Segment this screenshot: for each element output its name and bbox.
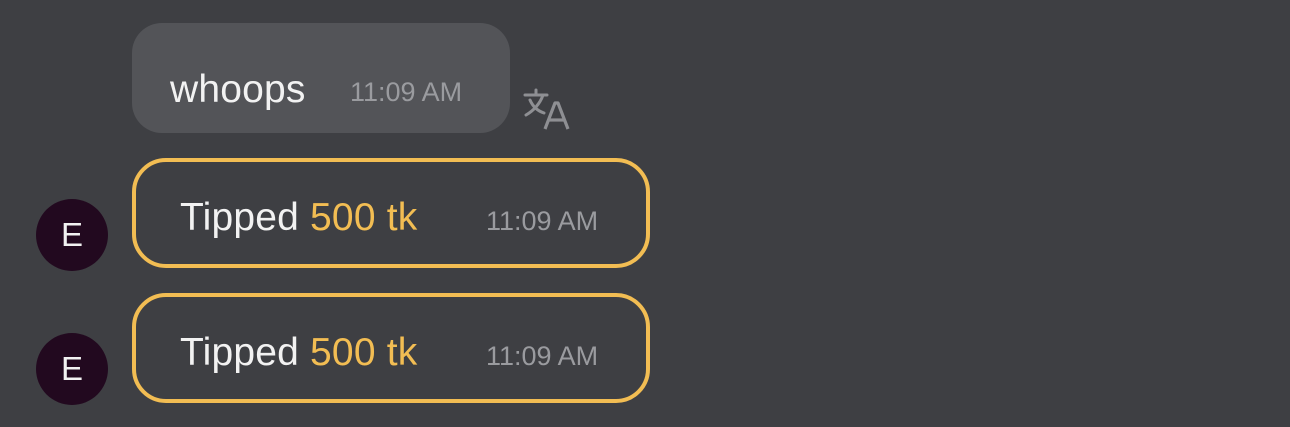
- translate-icon[interactable]: [521, 86, 571, 132]
- tip-bubble[interactable]: Tipped 500 tk 11:09 AM: [132, 293, 650, 403]
- tip-amount: 500 tk: [310, 196, 418, 239]
- tip-message: E Tipped 500 tk 11:09 AM: [0, 158, 700, 271]
- tip-timestamp: 11:09 AM: [486, 341, 599, 371]
- message-bubble[interactable]: whoops 11:09 AM: [132, 23, 510, 133]
- tip-text: Tipped 500 tk: [180, 196, 418, 240]
- tip-label: Tipped: [180, 331, 299, 374]
- tip-message: E Tipped 500 tk 11:09 AM: [0, 293, 700, 405]
- chat-thread: whoops 11:09 AM E Tipped 500 tk 11:09 AM…: [0, 0, 1290, 427]
- tip-text: Tipped 500 tk: [180, 331, 418, 375]
- tip-label: Tipped: [180, 196, 299, 239]
- tip-amount: 500 tk: [310, 331, 418, 374]
- tip-bubble[interactable]: Tipped 500 tk 11:09 AM: [132, 158, 650, 268]
- avatar[interactable]: E: [36, 199, 108, 271]
- message-text: whoops: [170, 68, 306, 111]
- message-timestamp: 11:09 AM: [350, 77, 463, 107]
- avatar[interactable]: E: [36, 333, 108, 405]
- tip-timestamp: 11:09 AM: [486, 206, 599, 236]
